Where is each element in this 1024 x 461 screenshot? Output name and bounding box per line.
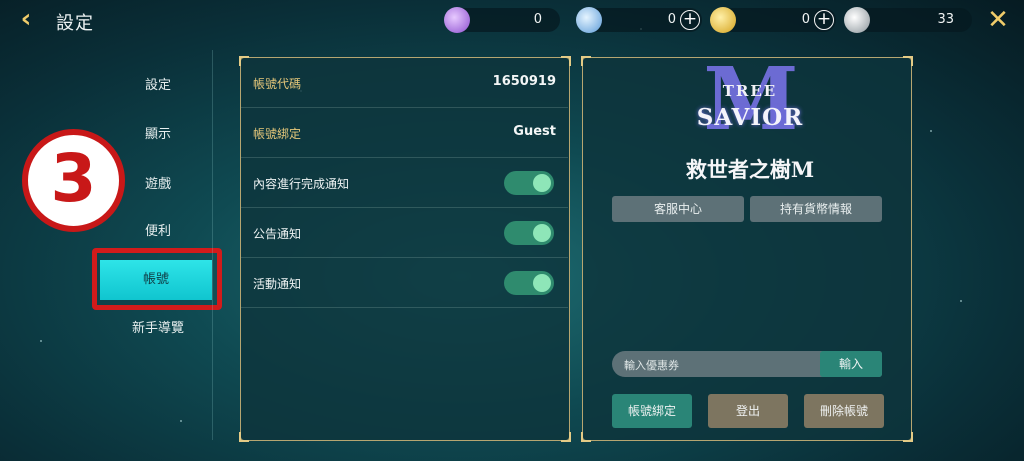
sidebar-item-convenience[interactable]: 便利 <box>88 212 228 252</box>
account-bind-value: Guest <box>513 124 556 139</box>
logo-chinese-title: 救世者之樹M <box>685 157 815 182</box>
account-code-value: 1650919 <box>492 74 556 89</box>
customer-support-button[interactable]: 客服中心 <box>612 196 744 222</box>
logo-savior: SAVIOR <box>696 104 804 131</box>
currency-blue-crystal: 0 + <box>576 7 702 33</box>
add-coin-button[interactable]: + <box>814 10 834 30</box>
page-title: 設定 <box>56 13 94 34</box>
bind-account-button[interactable]: 帳號綁定 <box>612 394 692 428</box>
divider <box>212 50 213 440</box>
game-logo: M TREE SAVIOR 救世者之樹M <box>675 57 825 190</box>
event-toggle[interactable] <box>504 271 554 295</box>
announcement-toggle[interactable] <box>504 221 554 245</box>
coupon-submit-button[interactable]: 輸入 <box>820 351 882 377</box>
currency-value: 0 <box>801 12 810 27</box>
notification-label: 活動通知 <box>253 277 302 291</box>
account-bind-label: 帳號綁定 <box>253 127 302 141</box>
account-bind-row: 帳號綁定 Guest <box>241 108 568 158</box>
coupon-placeholder: 輸入優惠券 <box>624 359 679 372</box>
blue-crystal-icon <box>576 7 602 33</box>
gold-coin-icon <box>710 7 736 33</box>
account-settings-panel: 帳號代碼 1650919 帳號綁定 Guest 內容進行完成通知 公告通知 活動… <box>239 56 571 442</box>
notification-row: 活動通知 <box>241 258 568 308</box>
account-code-row: 帳號代碼 1650919 <box>241 58 568 108</box>
currency-value: 33 <box>937 12 954 27</box>
toggle-knob <box>533 174 551 192</box>
toggle-knob <box>533 224 551 242</box>
toggle-knob <box>533 274 551 292</box>
currency-info-button[interactable]: 持有貨幣情報 <box>750 196 882 222</box>
top-bar: ‹ 設定 0 0 + 0 + 33 ✕ <box>0 0 1024 40</box>
currency-purple-gem: 0 <box>444 7 560 33</box>
purple-gem-icon <box>444 7 470 33</box>
logout-button[interactable]: 登出 <box>708 394 788 428</box>
currency-gold-coin: 0 + <box>710 7 836 33</box>
notification-label: 內容進行完成通知 <box>253 177 350 191</box>
account-code-label: 帳號代碼 <box>253 77 302 91</box>
sidebar-item-game[interactable]: 遊戲 <box>88 165 228 205</box>
highlight-box <box>92 248 222 310</box>
logo-tree: TREE <box>722 82 778 100</box>
delete-account-button[interactable]: 刪除帳號 <box>804 394 884 428</box>
add-crystal-button[interactable]: + <box>680 10 700 30</box>
account-actions-panel: M TREE SAVIOR 救世者之樹M 客服中心 持有貨幣情報 輸入優惠券 輸… <box>581 56 913 442</box>
close-icon[interactable]: ✕ <box>984 6 1012 34</box>
notification-row: 內容進行完成通知 <box>241 158 568 208</box>
notification-row: 公告通知 <box>241 208 568 258</box>
currency-value: 0 <box>533 12 542 27</box>
content-complete-toggle[interactable] <box>504 171 554 195</box>
back-arrow-icon[interactable]: ‹ <box>12 6 40 34</box>
sidebar-item-tutorial[interactable]: 新手導覽 <box>88 309 228 349</box>
currency-silver-medal: 33 <box>844 7 972 33</box>
notification-label: 公告通知 <box>253 227 302 241</box>
sidebar-item-display[interactable]: 顯示 <box>88 115 228 155</box>
silver-medal-icon <box>844 7 870 33</box>
sidebar-item-settings[interactable]: 設定 <box>88 66 228 106</box>
currency-value: 0 <box>667 12 676 27</box>
